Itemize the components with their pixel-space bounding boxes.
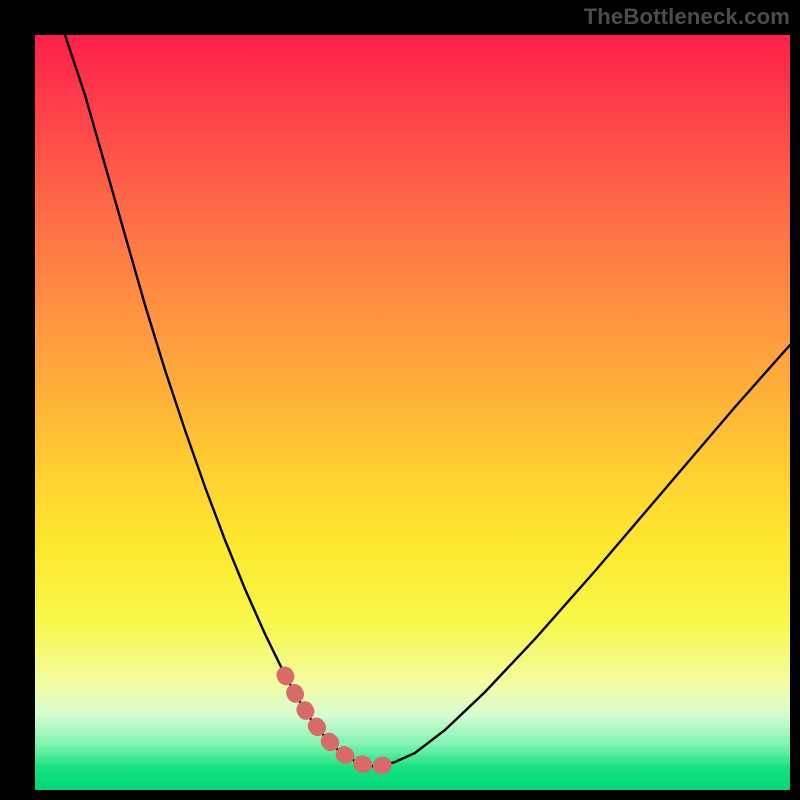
curve-svg [35,35,790,790]
highlight-segment [285,675,395,766]
bottleneck-curve [65,35,790,766]
chart-plot-area [35,35,790,790]
watermark-text: TheBottleneck.com [584,4,790,30]
